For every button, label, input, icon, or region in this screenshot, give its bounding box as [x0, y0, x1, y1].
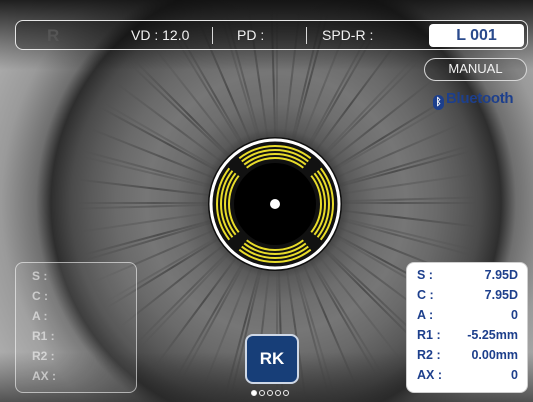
c-value: 7.95D [484, 288, 518, 302]
a-label: A : [417, 308, 434, 322]
r2-label: R2 : [417, 348, 441, 362]
iris-fiber [337, 202, 477, 204]
divider [306, 27, 307, 44]
page-indicator[interactable] [251, 389, 295, 397]
s-value: 7.95D [484, 268, 518, 282]
page-dot[interactable] [259, 390, 265, 396]
iris-fiber [77, 202, 217, 204]
spd-r-label: SPD-R : [322, 27, 374, 43]
page-dot[interactable] [267, 390, 273, 396]
left-c-label: C : [32, 289, 48, 303]
left-eye-results-panel: S : C : A : R1 : R2 : AX : [15, 262, 137, 393]
left-r2-label: R2 : [32, 349, 55, 363]
bluetooth-label: Bluetooth [446, 90, 514, 107]
left-ax-label: AX : [32, 369, 56, 383]
vertex-distance-label: VD : 12.0 [131, 27, 190, 43]
c-label: C : [417, 288, 434, 302]
lens-id-button[interactable]: L 001 [429, 24, 524, 47]
bluetooth-status: ᛒ Bluetooth [433, 90, 514, 110]
eye-side-indicator[interactable]: R [47, 26, 59, 46]
pupil-distance-label: PD : [237, 27, 265, 43]
a-value: 0 [511, 308, 518, 322]
r1-label: R1 : [417, 328, 441, 342]
divider [212, 27, 213, 44]
measurement-header-bar: R VD : 12.0 PD : SPD-R : L 001 [15, 20, 528, 50]
r2-value: 0.00mm [471, 348, 518, 362]
manual-mode-button[interactable]: MANUAL [424, 58, 527, 81]
r1-value: -5.25mm [467, 328, 518, 342]
rk-mode-button[interactable]: RK [245, 334, 299, 384]
page-dot[interactable] [251, 390, 257, 396]
page-dot[interactable] [275, 390, 281, 396]
alignment-target [208, 137, 342, 271]
bluetooth-icon: ᛒ [433, 95, 444, 110]
ax-label: AX : [417, 368, 442, 382]
left-s-label: S : [32, 269, 48, 283]
right-eye-results-panel: S : 7.95D C : 7.95D A : 0 R1 : -5.25mm R… [406, 262, 528, 393]
page-dot[interactable] [283, 390, 289, 396]
left-a-label: A : [32, 309, 48, 323]
s-label: S : [417, 268, 433, 282]
target-center-dot [270, 199, 280, 209]
ax-value: 0 [511, 368, 518, 382]
left-r1-label: R1 : [32, 329, 55, 343]
